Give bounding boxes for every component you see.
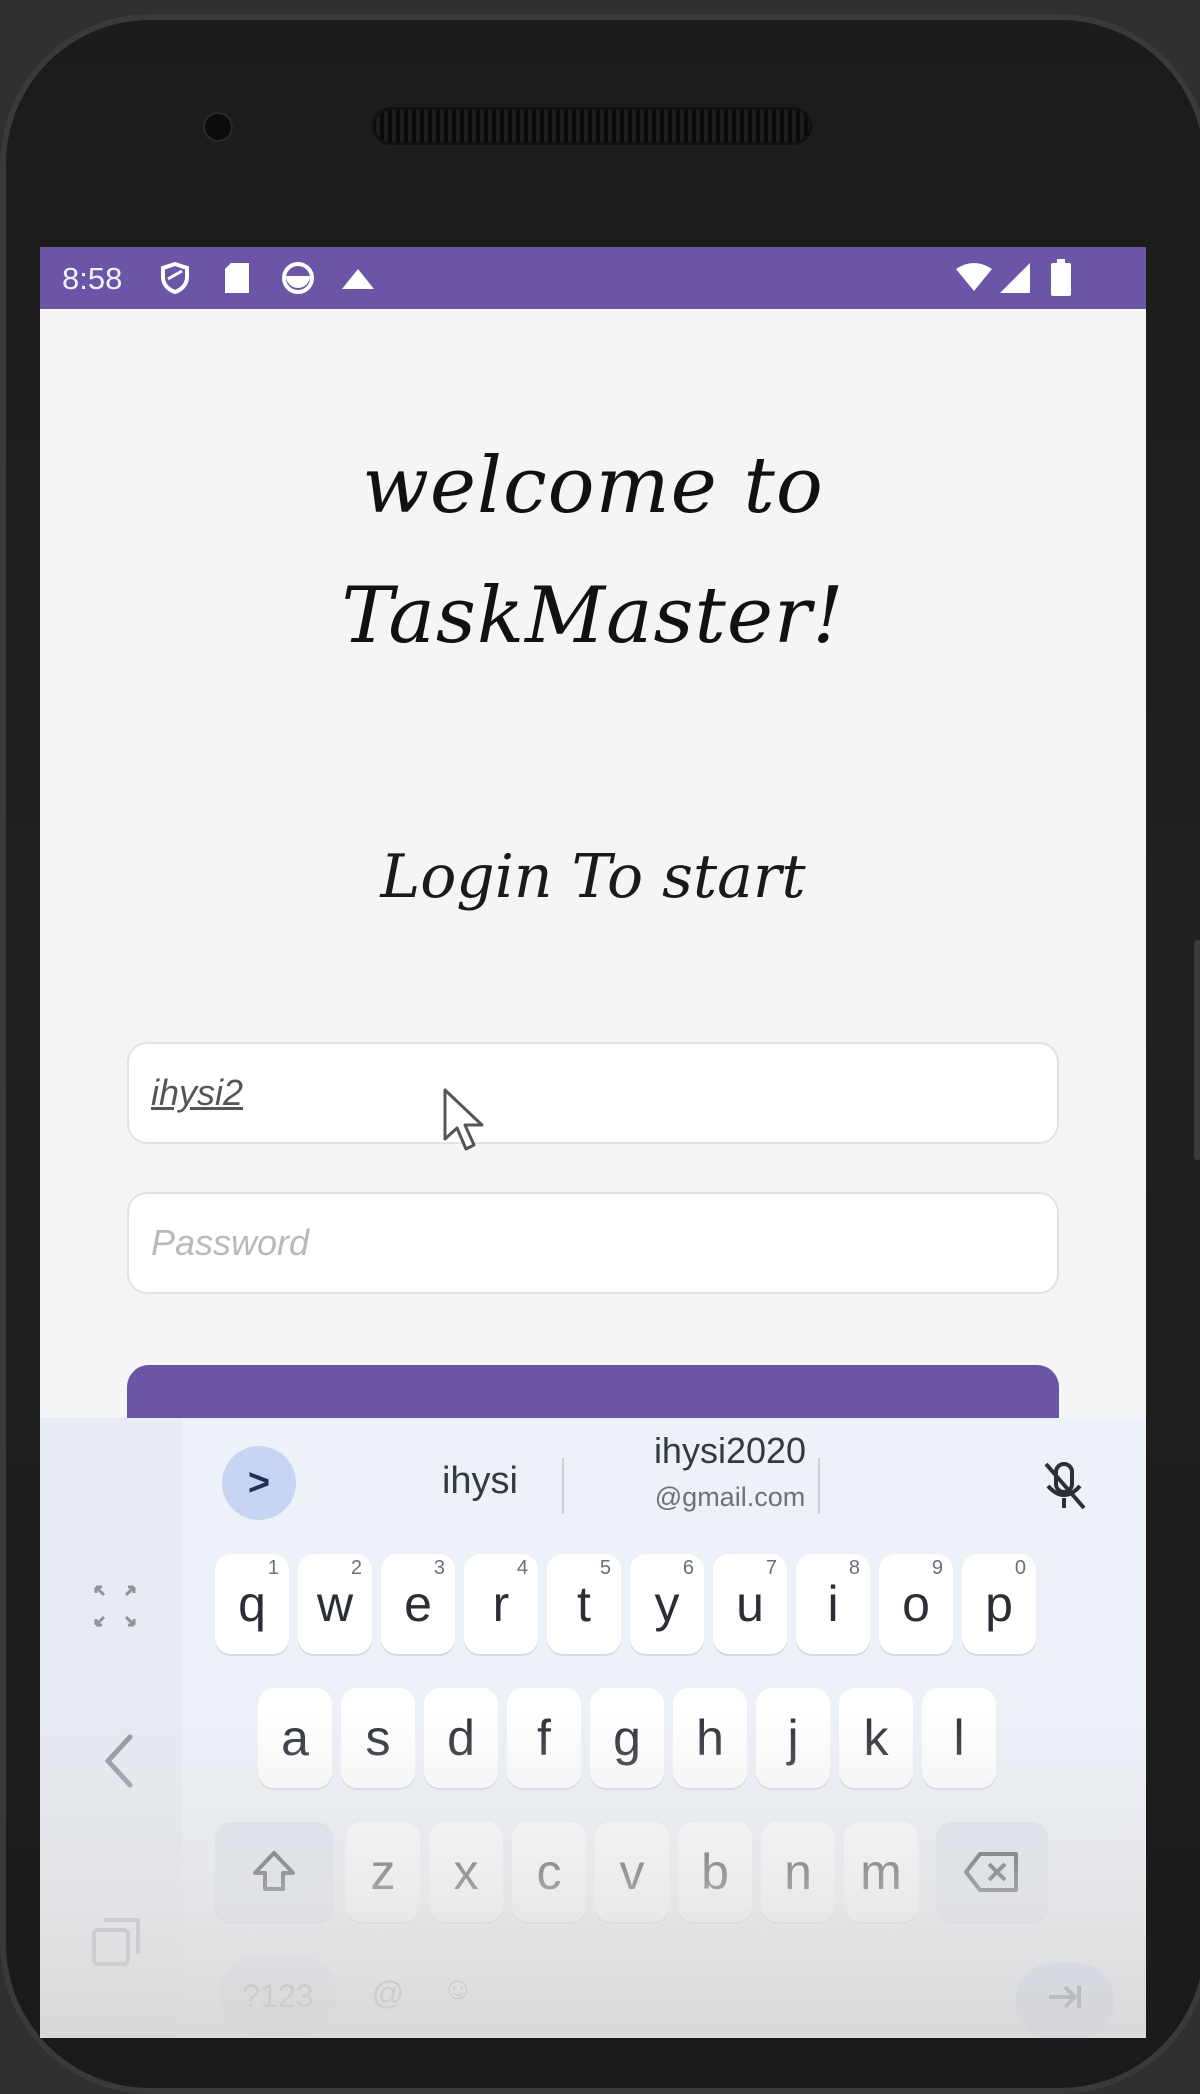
signal-icon: [1000, 263, 1030, 293]
status-bar: 8:58: [40, 247, 1146, 309]
suggestions-expand-button[interactable]: >: [222, 1446, 296, 1520]
key-hint: 6: [682, 1557, 694, 1579]
key-a[interactable]: a: [258, 1688, 332, 1788]
suggestion-divider: [818, 1458, 820, 1514]
key-f[interactable]: f: [507, 1688, 581, 1788]
key-hint: 0: [1014, 1557, 1026, 1579]
back-arrow-icon[interactable]: [100, 1733, 140, 1789]
earpiece-speaker: [372, 107, 812, 145]
shield-icon: [161, 261, 189, 295]
username-field[interactable]: [127, 1042, 1059, 1144]
key-t[interactable]: t5: [547, 1554, 621, 1654]
key-hint: 5: [599, 1557, 611, 1579]
key-n[interactable]: n: [761, 1822, 835, 1922]
wifi-icon: [956, 263, 992, 291]
backspace-icon: [964, 1852, 1018, 1892]
key-p[interactable]: p0: [962, 1554, 1036, 1654]
key-label: r: [492, 1576, 510, 1632]
key-b[interactable]: b: [678, 1822, 752, 1922]
key-e[interactable]: e3: [381, 1554, 455, 1654]
key-label: q: [238, 1576, 266, 1632]
key-d[interactable]: d: [424, 1688, 498, 1788]
side-button: [1194, 940, 1200, 1160]
key-label: y: [654, 1576, 680, 1632]
phone-screen: 8:58 welcome to TaskMaster! Login To sta…: [40, 247, 1146, 2038]
key-u[interactable]: u7: [713, 1554, 787, 1654]
shift-key[interactable]: [215, 1822, 333, 1922]
key-k[interactable]: k: [839, 1688, 913, 1788]
tab-next-icon: [1049, 1985, 1081, 2009]
mouse-cursor-icon: [443, 1088, 484, 1151]
at-key[interactable]: @: [358, 1963, 418, 2023]
key-q[interactable]: q1: [215, 1554, 289, 1654]
key-label: o: [902, 1576, 930, 1632]
key-hint: 4: [516, 1557, 528, 1579]
login-subtitle: Login To start: [380, 842, 806, 912]
mic-off-icon[interactable]: [1038, 1458, 1090, 1514]
sd-card-icon: [225, 263, 249, 293]
key-label: p: [985, 1576, 1013, 1632]
key-hint: 1: [267, 1557, 279, 1579]
key-o[interactable]: o9: [879, 1554, 953, 1654]
password-field[interactable]: [127, 1192, 1059, 1294]
suggestion-word-2-domain[interactable]: @gmail.com: [600, 1482, 860, 1513]
front-camera: [205, 114, 231, 140]
key-label: u: [736, 1576, 764, 1632]
clipboard-icon[interactable]: [88, 1916, 144, 1972]
key-m[interactable]: m: [844, 1822, 918, 1922]
username-input[interactable]: [151, 1044, 1031, 1142]
key-r[interactable]: r4: [464, 1554, 538, 1654]
key-label: e: [404, 1576, 432, 1632]
welcome-title: welcome to: [362, 441, 824, 531]
key-z[interactable]: z: [346, 1822, 420, 1922]
key-hint: 8: [848, 1557, 860, 1579]
key-x[interactable]: x: [429, 1822, 503, 1922]
backspace-key[interactable]: [936, 1822, 1048, 1922]
key-label: w: [316, 1576, 354, 1632]
key-i[interactable]: i8: [796, 1554, 870, 1654]
key-v[interactable]: v: [595, 1822, 669, 1922]
key-c[interactable]: c: [512, 1822, 586, 1922]
key-label: t: [577, 1576, 591, 1632]
cloud-icon: [342, 269, 374, 289]
key-s[interactable]: s: [341, 1688, 415, 1788]
key-hint: 2: [350, 1557, 362, 1579]
next-key[interactable]: [1015, 1963, 1115, 2038]
key-hint: 3: [433, 1557, 445, 1579]
key-g[interactable]: g: [590, 1688, 664, 1788]
app-name-title: TaskMaster!: [341, 571, 845, 661]
expand-icon[interactable]: [90, 1581, 140, 1631]
symbols-key[interactable]: ?123: [218, 1956, 338, 2036]
status-time: 8:58: [62, 261, 123, 296]
soft-keyboard: > ihysi ihysi2020 @gmail.com q1 w2 e3 r4…: [40, 1418, 1146, 2038]
vpn-icon: [282, 262, 314, 294]
emoji-key[interactable]: ☺: [428, 1958, 488, 2018]
key-hint: 7: [765, 1557, 777, 1579]
key-hint: 9: [931, 1557, 943, 1579]
password-input[interactable]: [151, 1194, 1031, 1292]
suggestion-divider: [562, 1458, 564, 1514]
suggestion-word-1[interactable]: ihysi: [380, 1460, 580, 1503]
key-y[interactable]: y6: [630, 1554, 704, 1654]
key-j[interactable]: j: [756, 1688, 830, 1788]
key-l[interactable]: l: [922, 1688, 996, 1788]
shift-icon: [253, 1851, 295, 1891]
battery-icon: [1051, 259, 1071, 296]
key-h[interactable]: h: [673, 1688, 747, 1788]
suggestion-word-2[interactable]: ihysi2020: [600, 1430, 860, 1472]
key-label: i: [827, 1576, 839, 1632]
key-w[interactable]: w2: [298, 1554, 372, 1654]
